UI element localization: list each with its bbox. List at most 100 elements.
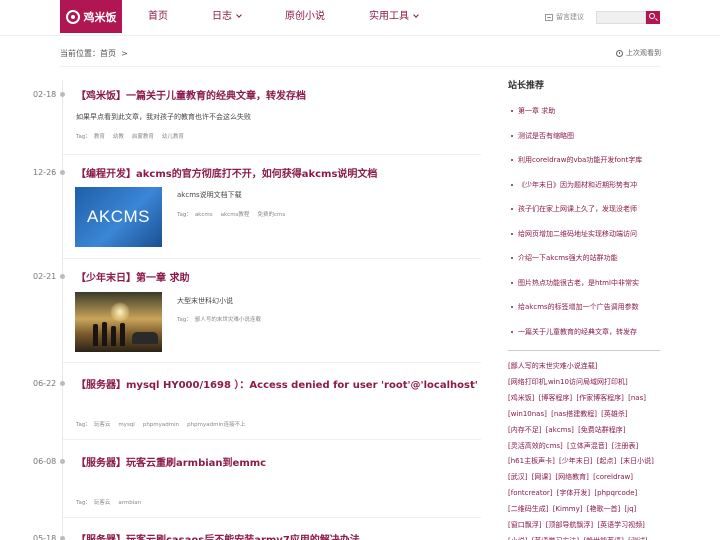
tag-cloud-link[interactable]: [coreldraw] xyxy=(593,473,633,481)
post-date: 12-26 xyxy=(33,168,57,177)
post-thumbnail[interactable]: AKCMS xyxy=(75,187,162,247)
tag-link[interactable]: 玩客云 xyxy=(94,500,111,506)
post-tags: Tag： akcms akcms教程 免费的cms xyxy=(177,212,286,218)
divider xyxy=(508,350,660,351)
tag-cloud-link[interactable]: [二维码生成] xyxy=(508,505,548,513)
recommended-item[interactable]: 图片热点功能很古老，是html中非常实 xyxy=(508,271,660,296)
tag-link[interactable]: 启蒙教育 xyxy=(132,134,154,140)
tag-cloud-link[interactable]: [nas搭建教程] xyxy=(551,410,597,418)
tag-cloud-link[interactable]: [nas] xyxy=(628,394,646,402)
post-title[interactable]: 【编程开发】akcms的官方彻底打不开，如何获得akcms说明文档 xyxy=(76,165,377,180)
tag-link[interactable]: phpmyadmin连接不上 xyxy=(187,422,245,428)
logo-icon xyxy=(65,9,80,24)
last-read-link[interactable]: 上次观看到 xyxy=(616,48,661,58)
post-date: 06-22 xyxy=(33,379,57,388)
recommended-item[interactable]: 介绍一下akcms强大的站群功能 xyxy=(508,246,660,271)
post-tags: Tag： 玩客云 armbian xyxy=(76,500,142,506)
post-summary: akcms说明文档下载 xyxy=(177,191,242,199)
search-button[interactable] xyxy=(646,11,660,24)
tag-cloud-link[interactable]: [作家博客程序] xyxy=(576,394,623,402)
clock-icon xyxy=(616,49,623,57)
nav-tools[interactable]: 实用工具 xyxy=(361,0,426,33)
tag-cloud-link[interactable]: [akcms] xyxy=(546,426,574,434)
timeline-dot xyxy=(60,536,65,540)
post-tags: Tag： 玩客云 mysql phpmyadmin phpmyadmin连接不上 xyxy=(76,422,246,428)
tag-cloud-link[interactable]: [h61主板声卡] xyxy=(508,457,555,465)
recommended-item[interactable]: 给网页增加二维码地址实现移动端访问 xyxy=(508,222,660,247)
tag-cloud: [鄙人写的末世灾难小说连载] [网络打印机,win10访问局域网打印机] [鸡米… xyxy=(508,359,660,540)
tag-cloud-link[interactable]: [内存不足] xyxy=(508,426,541,434)
divider xyxy=(60,66,660,67)
search-icon xyxy=(649,13,655,19)
post-title[interactable]: 【鸡米饭】一篇关于儿童教育的经典文章，转发存档 xyxy=(76,87,306,102)
recommended-item[interactable]: 第一章 求助 xyxy=(508,99,660,124)
tag-link[interactable]: 幼教 xyxy=(113,134,124,140)
post-title[interactable]: 【服务器】玩客云重刷armbian到emmc xyxy=(76,454,266,469)
nav-home[interactable]: 首页 xyxy=(140,0,176,33)
tag-cloud-link[interactable]: [Kimmy] xyxy=(553,505,583,513)
site-logo[interactable]: 鸡米饭 xyxy=(60,0,122,33)
nav-novel[interactable]: 原创小说 xyxy=(277,0,333,33)
tag-cloud-link[interactable]: [艳歌一首] xyxy=(587,505,620,513)
tag-link[interactable]: 教育 xyxy=(94,134,105,140)
tag-cloud-link[interactable]: [灵活高效的cms] xyxy=(508,442,563,450)
tag-cloud-link[interactable]: [少年末日] xyxy=(559,457,592,465)
tag-link[interactable]: 玩客云 xyxy=(94,422,111,428)
post-tags: Tag： 教育 幼教 启蒙教育 幼儿教育 xyxy=(76,134,184,140)
tag-cloud-link[interactable]: [博客程序] xyxy=(539,394,572,402)
post-separator xyxy=(63,439,481,440)
recommended-item[interactable]: 孩子们在家上网课上久了，发现没老师 xyxy=(508,197,660,222)
tag-link[interactable]: armbian xyxy=(118,500,141,506)
tag-link[interactable]: akcms教程 xyxy=(221,212,250,218)
tag-cloud-link[interactable]: [网络打印机,win10访问局域网打印机] xyxy=(508,378,628,386)
post-title[interactable]: 【服务器】mysql HY000/1698 ）：Access denied fo… xyxy=(76,376,478,391)
tag-cloud-link[interactable]: [phpqrcode] xyxy=(594,489,637,497)
recommended-item[interactable]: 《少年末日》因为题材和近期形势有冲 xyxy=(508,173,660,198)
guestbook-link[interactable]: 留言建议 xyxy=(545,12,584,22)
tag-link[interactable]: mysql xyxy=(118,422,135,428)
tag-cloud-link[interactable]: [网课] xyxy=(532,473,551,481)
tag-cloud-link[interactable]: [英雄杀] xyxy=(601,410,627,418)
logo-text: 鸡米饭 xyxy=(83,10,117,24)
tag-cloud-link[interactable]: [英语学习视频] xyxy=(597,521,644,529)
tag-cloud-link[interactable]: [鄙人写的末世灾难小说连载] xyxy=(508,362,597,370)
recommended-item[interactable]: 一篇关于儿童教育的经典文章，转发存 xyxy=(508,320,660,345)
tag-cloud-link[interactable]: [网络教育] xyxy=(555,473,588,481)
tag-cloud-link[interactable]: [win10nas] xyxy=(508,410,547,418)
tag-link[interactable]: 免费的cms xyxy=(257,212,285,218)
tag-cloud-link[interactable]: [注册表] xyxy=(612,442,638,450)
post-title[interactable]: 【少年末日】第一章 求助 xyxy=(76,269,189,284)
post-tags: Tag： 鄙人写的末世灾难小说连载 xyxy=(177,317,261,323)
post-summary: 大型末世科幻小说 xyxy=(177,297,233,305)
timeline-dot xyxy=(60,459,65,464)
tag-link[interactable]: phpmyadmin xyxy=(143,422,179,428)
tag-cloud-link[interactable]: [末日小说] xyxy=(620,457,653,465)
tag-cloud-link[interactable]: [字体开发] xyxy=(557,489,590,497)
site-header: 鸡米饭 首页 日志 原创小说 实用工具 留言建议 xyxy=(0,0,720,36)
tag-cloud-link[interactable]: [鸡米饭] xyxy=(508,394,534,402)
tag-cloud-link[interactable]: [免费站群程序] xyxy=(578,426,625,434)
timeline-dot xyxy=(60,170,65,175)
post-date: 02-18 xyxy=(33,90,57,99)
tag-cloud-link[interactable]: [起点] xyxy=(597,457,616,465)
breadcrumb-home[interactable]: 首页 xyxy=(100,49,116,58)
tag-cloud-link[interactable]: [jq] xyxy=(624,505,636,513)
tag-link[interactable]: 幼儿教育 xyxy=(162,134,184,140)
tag-cloud-link[interactable]: [fontcreator] xyxy=(508,489,552,497)
tag-link[interactable]: 鄙人写的末世灾难小说连载 xyxy=(195,317,261,323)
tag-cloud-link[interactable]: [武汉] xyxy=(508,473,527,481)
post-thumbnail[interactable] xyxy=(75,292,162,352)
tag-cloud-link[interactable]: [窗口飘浮] xyxy=(508,521,541,529)
recommended-item[interactable]: 测试是否有缩略图 xyxy=(508,124,660,149)
post-title[interactable]: 【服务器】玩客云刷casaos后不能安装army7应用的解决办法 xyxy=(76,531,360,540)
search-input[interactable] xyxy=(596,11,646,24)
tag-link[interactable]: akcms xyxy=(195,212,213,218)
recommended-item[interactable]: 给akcms的标签增加一个广告调用参数 xyxy=(508,295,660,320)
tag-cloud-link[interactable]: [立体声混音] xyxy=(567,442,607,450)
tag-cloud-link[interactable]: [顶部导航飘浮] xyxy=(546,521,593,529)
nav-blog[interactable]: 日志 xyxy=(204,0,249,33)
sidebar-title: 站长推荐 xyxy=(508,81,545,91)
recommended-item[interactable]: 利用coreldraw的vba功能开发font字库 xyxy=(508,148,660,173)
post-date: 05-18 xyxy=(33,534,57,540)
post-item: 02-21 【少年末日】第一章 求助 大型末世科幻小说 Tag： 鄙人写的末世灾难… xyxy=(33,269,483,363)
